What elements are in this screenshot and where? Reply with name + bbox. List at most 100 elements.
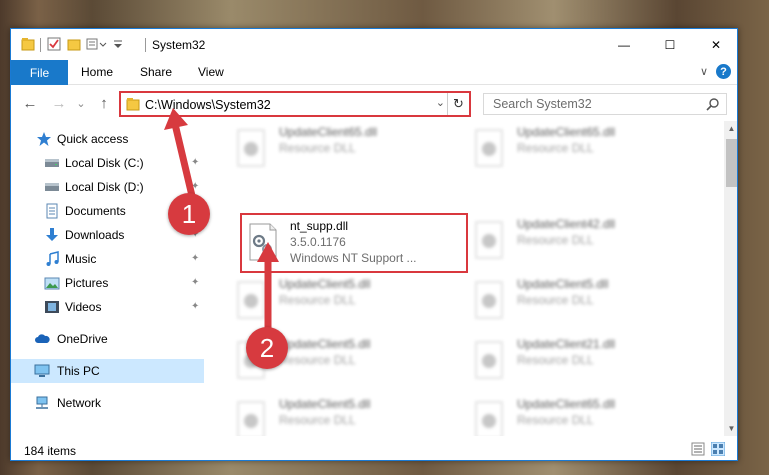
tab-view[interactable]: View xyxy=(198,65,224,79)
sidebar-item-label: This PC xyxy=(57,364,100,378)
dll-file-icon xyxy=(475,221,503,259)
dll-file-icon xyxy=(475,281,503,319)
file-type: Resource DLL xyxy=(517,353,594,367)
file-name: UpdateClient65.dll xyxy=(279,125,378,139)
folder-icon[interactable] xyxy=(21,37,35,51)
customize-toolbar-icon[interactable] xyxy=(86,37,108,51)
sidebar-item-label: Quick access xyxy=(57,132,129,146)
search-placeholder[interactable]: Search System32 xyxy=(493,97,592,111)
file-item[interactable]: UpdateClient5.dll Resource DLL xyxy=(462,273,682,325)
file-name: UpdateClient5.dll xyxy=(279,277,371,291)
maximize-button[interactable]: ☐ xyxy=(647,29,693,60)
search-box[interactable]: Search System32 xyxy=(483,93,727,115)
file-type: Resource DLL xyxy=(517,413,594,427)
sidebar-item-pictures[interactable]: Pictures ✦ xyxy=(11,271,204,295)
refresh-button[interactable]: ↻ xyxy=(447,93,469,115)
help-icon[interactable]: ? xyxy=(716,64,731,79)
cloud-icon xyxy=(35,334,50,343)
dropdown-icon[interactable] xyxy=(112,37,124,51)
back-button[interactable]: ← xyxy=(21,94,39,112)
large-icons-view-icon[interactable] xyxy=(711,442,725,456)
folder-icon xyxy=(126,98,140,111)
title-divider xyxy=(145,38,146,52)
file-list: UpdateClient65.dll Resource DLL nt_supp.… xyxy=(204,121,724,436)
ribbon-tabs: File Home Share View ∨ ? xyxy=(11,60,737,85)
sidebar-item-label: Local Disk (D:) xyxy=(65,180,144,194)
status-bar: 184 items xyxy=(11,436,737,460)
sidebar-item-label: Local Disk (C:) xyxy=(65,156,144,170)
details-view-icon[interactable] xyxy=(691,442,705,456)
drive-icon xyxy=(45,159,59,167)
file-item-nt-supp-dll[interactable]: nt_supp.dll 3.5.0.1176 Windows NT Suppor… xyxy=(240,213,468,273)
address-bar[interactable]: C:\Windows\System32 ⌄ ↻ xyxy=(119,91,471,117)
file-type: Resource DLL xyxy=(517,233,594,247)
file-item[interactable]: UpdateClient65.dll Resource DLL xyxy=(462,393,682,436)
file-item[interactable]: UpdateClient5.dll Resource DLL xyxy=(224,393,444,436)
step-1-marker: 1 xyxy=(168,193,210,235)
vertical-scrollbar[interactable]: ▲ ▼ xyxy=(724,121,737,436)
dll-file-icon xyxy=(475,341,503,379)
properties-icon[interactable] xyxy=(47,37,61,51)
sidebar-item-local-disk-c[interactable]: Local Disk (C:) ✦ xyxy=(11,151,204,175)
file-name: nt_supp.dll xyxy=(290,219,349,233)
computer-icon xyxy=(34,364,50,377)
pictures-icon xyxy=(44,277,60,290)
network-icon xyxy=(36,396,48,409)
sidebar-item-label: Videos xyxy=(65,300,102,314)
file-type: Resource DLL xyxy=(279,353,356,367)
sidebar-item-quick-access[interactable]: Quick access xyxy=(11,127,204,151)
dll-file-icon xyxy=(475,129,503,167)
sidebar-item-label: Network xyxy=(57,396,102,410)
window-title: System32 xyxy=(152,38,206,52)
scroll-thumb[interactable] xyxy=(726,139,737,187)
file-name: UpdateClient42.dll xyxy=(517,217,616,231)
address-dropdown-icon[interactable]: ⌄ xyxy=(436,96,445,109)
drive-icon xyxy=(45,183,59,191)
file-name: UpdateClient65.dll xyxy=(517,397,616,411)
file-version: 3.5.0.1176 xyxy=(290,235,346,249)
pin-icon: ✦ xyxy=(191,157,200,168)
sidebar-item-label: Documents xyxy=(65,204,126,218)
file-name: UpdateClient5.dll xyxy=(279,397,371,411)
sidebar-item-local-disk-d[interactable]: Local Disk (D:) ✦ xyxy=(11,175,204,199)
file-type: Resource DLL xyxy=(517,293,594,307)
file-item[interactable]: UpdateClient5.dll Resource DLL xyxy=(224,273,444,325)
address-path[interactable]: C:\Windows\System32 xyxy=(145,98,271,112)
navigation-pane: Quick access Local Disk (C:) ✦ Local Dis… xyxy=(11,121,204,436)
sidebar-item-network[interactable]: Network xyxy=(11,391,204,415)
scroll-up-icon[interactable]: ▲ xyxy=(724,121,737,136)
file-name: UpdateClient5.dll xyxy=(279,337,371,351)
scroll-down-icon[interactable]: ▼ xyxy=(724,421,737,436)
recent-locations-button[interactable]: ⌄ xyxy=(72,94,90,112)
search-icon[interactable] xyxy=(706,97,720,111)
sidebar-item-this-pc[interactable]: This PC xyxy=(11,359,204,383)
sidebar-item-videos[interactable]: Videos ✦ xyxy=(11,295,204,319)
minimize-button[interactable]: — xyxy=(601,29,647,60)
star-icon xyxy=(37,132,51,146)
dll-file-icon xyxy=(475,401,503,436)
pin-icon: ✦ xyxy=(191,277,200,288)
sidebar-item-music[interactable]: Music ✦ xyxy=(11,247,204,271)
tab-file[interactable]: File xyxy=(11,60,68,85)
dll-file-icon xyxy=(237,129,265,167)
file-item[interactable]: UpdateClient42.dll Resource DLL xyxy=(462,213,682,265)
up-button[interactable]: ↑ xyxy=(95,94,113,112)
file-name: UpdateClient65.dll xyxy=(517,125,616,139)
forward-button[interactable]: → xyxy=(50,94,68,112)
file-item[interactable]: UpdateClient21.dll Resource DLL xyxy=(462,333,682,385)
sidebar-item-onedrive[interactable]: OneDrive xyxy=(11,327,204,351)
sidebar-item-label: Pictures xyxy=(65,276,109,290)
navigation-bar: ← → ⌄ ↑ C:\Windows\System32 ⌄ ↻ Search S… xyxy=(11,85,737,121)
close-icon: ✕ xyxy=(710,37,722,52)
sidebar-item-label: Downloads xyxy=(65,228,125,242)
tab-home[interactable]: Home xyxy=(81,65,113,79)
file-type: Resource DLL xyxy=(279,293,356,307)
minimize-icon: — xyxy=(618,37,630,52)
close-button[interactable]: ✕ xyxy=(693,29,737,60)
file-type: Resource DLL xyxy=(279,141,356,155)
tab-share[interactable]: Share xyxy=(140,65,172,79)
expand-ribbon-icon[interactable]: ∨ xyxy=(700,65,708,78)
file-item[interactable]: UpdateClient65.dll Resource DLL xyxy=(462,121,682,173)
file-item[interactable]: UpdateClient65.dll Resource DLL xyxy=(224,121,444,173)
new-folder-icon[interactable] xyxy=(67,37,81,51)
